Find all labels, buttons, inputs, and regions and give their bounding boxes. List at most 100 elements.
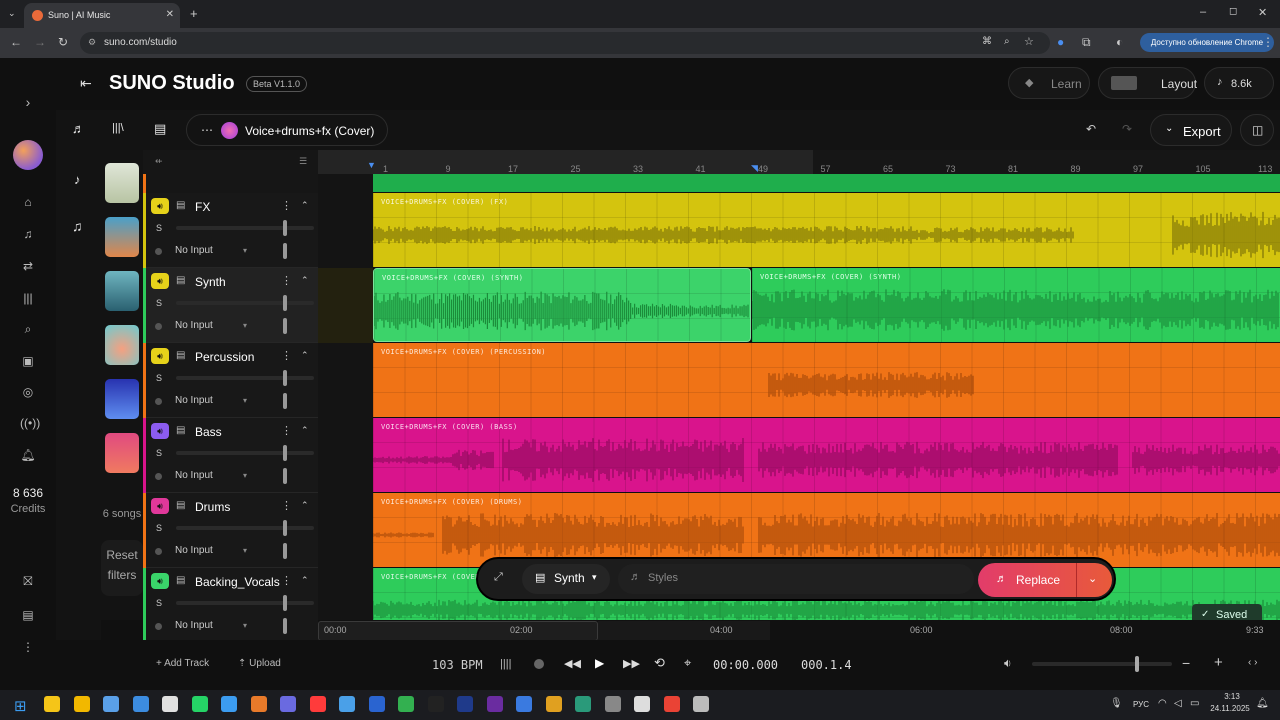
zoom-in-icon[interactable]: + xyxy=(1214,654,1223,671)
snap-icon[interactable]: ⌖ xyxy=(684,655,691,671)
expand-sidebar-icon[interactable]: › xyxy=(20,94,36,110)
metronome-icon[interactable]: |||| xyxy=(500,658,511,670)
track-lane[interactable]: VOICE+DRUMS+FX (COVER) (PERCUSSION) xyxy=(373,343,1280,418)
track-volume-knob[interactable] xyxy=(283,220,287,236)
windows-start-icon[interactable]: ⊞ xyxy=(14,697,27,715)
track-pan-knob[interactable] xyxy=(283,618,287,634)
record-arm-button[interactable] xyxy=(155,473,162,480)
loop-end-marker-icon[interactable]: ◥ xyxy=(751,163,758,174)
track-volume-knob[interactable] xyxy=(283,445,287,461)
taskbar-app-icon[interactable] xyxy=(427,696,444,712)
reset-filters-button[interactable]: Reset filters xyxy=(101,540,143,596)
track-volume-slider[interactable] xyxy=(176,601,314,605)
song-thumbnail[interactable] xyxy=(105,433,139,473)
track-options-icon[interactable]: ⋮ xyxy=(281,499,292,512)
solo-button[interactable]: S xyxy=(156,373,162,383)
minimize-icon[interactable]: – xyxy=(1200,6,1206,18)
timeline-scrollbar[interactable]: 00:00 02:00 04:00 06:00 08:00 9:33 xyxy=(318,620,1280,641)
layout-button[interactable]: Layout xyxy=(1098,67,1197,99)
explore-icon[interactable]: ◎ xyxy=(20,385,36,401)
extension-icon[interactable]: ● xyxy=(1057,35,1064,49)
audio-clip-selected[interactable]: VOICE+DRUMS+FX (COVER) (SYNTH) xyxy=(373,268,751,342)
track-name[interactable]: Bass xyxy=(195,425,222,439)
solo-button[interactable]: S xyxy=(156,448,162,458)
undo-icon[interactable]: ↶ xyxy=(1086,122,1096,136)
audio-clip[interactable]: VOICE+DRUMS+FX (COVER) (DRUMS) xyxy=(373,493,1280,567)
track-header[interactable]: 🔊︎ ▤ Backing_Vocals ⋮ ⌃ S No Input ▾ xyxy=(143,568,318,643)
back-icon[interactable]: ← xyxy=(10,35,22,49)
music-note-icon[interactable]: ♪ xyxy=(74,172,81,187)
language-indicator[interactable]: РУС xyxy=(1133,700,1149,709)
notifications-icon[interactable]: 🔔︎ xyxy=(20,448,36,464)
chrome-update-button[interactable]: Доступно обновление Chrome xyxy=(1140,33,1274,52)
mic-icon[interactable]: 🎙︎ xyxy=(1110,698,1123,709)
replace-button[interactable]: ♬ Replace ⌄ xyxy=(978,563,1112,597)
collapse-track-icon[interactable]: ⌃ xyxy=(301,275,309,286)
create-icon[interactable]: ♫ xyxy=(20,227,36,243)
back-arrow-icon[interactable]: ⇤ xyxy=(80,75,92,92)
taskbar-app-icon[interactable] xyxy=(575,696,591,712)
mute-button[interactable]: 🔊︎ xyxy=(151,198,169,214)
bookmark-star-icon[interactable]: ☆ xyxy=(1024,35,1034,48)
taskbar-app-icon[interactable] xyxy=(191,696,208,712)
search-icon[interactable]: ⌕ xyxy=(20,322,36,338)
scroll-thumb[interactable] xyxy=(318,621,598,641)
solo-button[interactable]: S xyxy=(156,523,162,533)
track-volume-slider[interactable] xyxy=(176,301,314,305)
track-options-icon[interactable]: ⋮ xyxy=(281,199,292,212)
track-pan-knob[interactable] xyxy=(283,468,287,484)
notification-bell-icon[interactable]: 🔔︎ xyxy=(1256,698,1269,709)
track-volume-knob[interactable] xyxy=(283,595,287,611)
clock-time[interactable]: 3:13 xyxy=(1214,692,1250,701)
styles-input[interactable]: ♬ Styles xyxy=(618,564,974,594)
taskbar-app-icon[interactable] xyxy=(250,696,267,712)
zoom-icon[interactable]: ⌕ xyxy=(1004,36,1010,47)
project-menu[interactable]: ⋯ Voice+drums+fx (Cover) xyxy=(186,114,388,146)
bpm-display[interactable]: 103 BPM xyxy=(432,658,483,672)
gift-icon[interactable]: ⛝ xyxy=(20,574,36,590)
taskbar-app-icon[interactable] xyxy=(398,696,414,712)
plays-count-badge[interactable]: ♪ 8.6k xyxy=(1204,67,1274,99)
collapse-track-icon[interactable]: ⌃ xyxy=(301,425,309,436)
close-tab-icon[interactable]: ✕ xyxy=(166,9,174,20)
music-notes-icon[interactable]: ♫ xyxy=(72,218,83,234)
rewind-icon[interactable]: ◀◀ xyxy=(564,657,581,670)
taskbar-app-icon[interactable] xyxy=(162,696,178,712)
input-select[interactable]: No Input xyxy=(175,395,213,406)
collapse-icon[interactable]: ⇷ xyxy=(155,156,163,167)
clock-date[interactable]: 24.11.2025 xyxy=(1208,704,1252,713)
mute-button[interactable]: 🔊︎ xyxy=(151,573,169,589)
browser-tab[interactable]: Suno | AI Music ✕ xyxy=(24,3,180,28)
record-icon[interactable] xyxy=(534,659,544,669)
track-name[interactable]: FX xyxy=(195,200,210,214)
new-tab-icon[interactable]: + xyxy=(190,6,198,21)
close-window-icon[interactable]: ✕ xyxy=(1258,6,1267,19)
audio-clip[interactable]: VOICE+DRUMS+FX (COVER) (FX) xyxy=(373,193,1280,267)
track-volume-slider[interactable] xyxy=(176,226,314,230)
extensions-puzzle-icon[interactable]: ⧉ xyxy=(1082,35,1091,50)
track-lane[interactable]: VOICE+DRUMS+FX (COVER) (BASS) xyxy=(373,418,1280,493)
maximize-icon[interactable]: ◻ xyxy=(1229,6,1237,17)
taskbar-app-icon[interactable] xyxy=(486,696,503,712)
taskbar-app-icon[interactable] xyxy=(309,696,326,712)
ellipsis-icon[interactable]: ⋯ xyxy=(201,123,213,137)
mute-button[interactable]: 🔊︎ xyxy=(151,273,169,289)
taskbar-app-icon[interactable] xyxy=(221,696,237,712)
song-thumbnail[interactable] xyxy=(105,271,139,311)
taskbar-app-icon[interactable] xyxy=(693,696,709,712)
reload-icon[interactable]: ↻ xyxy=(58,35,68,49)
taskbar-app-icon[interactable] xyxy=(604,696,621,712)
track-volume-slider[interactable] xyxy=(176,526,314,530)
track-options-icon[interactable]: ⋮ xyxy=(281,574,292,587)
track-volume-knob[interactable] xyxy=(283,370,287,386)
input-select[interactable]: No Input xyxy=(175,320,213,331)
export-button[interactable]: ⌄ Export xyxy=(1150,114,1232,146)
fast-forward-icon[interactable]: ▶▶ xyxy=(623,657,640,670)
solo-button[interactable]: S xyxy=(156,598,162,608)
translate-icon[interactable]: ⌘ xyxy=(982,36,992,47)
track-volume-knob[interactable] xyxy=(283,295,287,311)
taskbar-app-icon[interactable] xyxy=(339,696,355,712)
track-pan-knob[interactable] xyxy=(283,243,287,259)
track-volume-slider[interactable] xyxy=(176,376,314,380)
zoom-out-icon[interactable]: − xyxy=(1182,655,1190,671)
